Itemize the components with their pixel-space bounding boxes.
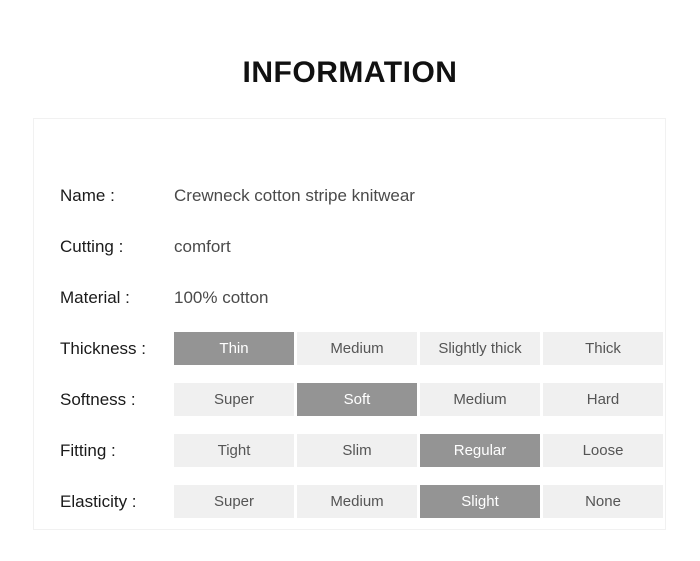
information-card: Name : Crewneck cotton stripe knitwear C… [33,118,666,530]
option-cell[interactable]: Slight [420,485,540,518]
option-cell[interactable]: Thin [174,332,294,365]
row-value: 100% cotton [174,287,269,307]
info-row-thickness: Thickness : Thin Medium Slightly thick T… [34,332,667,365]
option-cell[interactable]: Loose [543,434,663,467]
page-title: INFORMATION [242,56,458,89]
option-cell[interactable]: Super [174,383,294,416]
option-cell[interactable]: Thick [543,332,663,365]
option-cell[interactable]: Regular [420,434,540,467]
option-cell[interactable]: Medium [420,383,540,416]
information-page: INFORMATION Name : Crewneck cotton strip… [0,0,700,561]
option-group-thickness: Thin Medium Slightly thick Thick [174,332,663,365]
option-group-elasticity: Super Medium Slight None [174,485,663,518]
row-label: Softness : [60,389,136,409]
row-label: Name : [60,185,115,205]
option-cell[interactable]: Super [174,485,294,518]
row-label: Thickness : [60,338,146,358]
option-cell[interactable]: Slightly thick [420,332,540,365]
option-cell[interactable]: Medium [297,485,417,518]
option-cell[interactable]: Soft [297,383,417,416]
option-cell[interactable]: Hard [543,383,663,416]
row-label: Fitting : [60,440,116,460]
option-cell[interactable]: None [543,485,663,518]
option-cell[interactable]: Slim [297,434,417,467]
info-row-material: Material : 100% cotton [34,281,667,314]
option-group-fitting: Tight Slim Regular Loose [174,434,663,467]
row-label: Elasticity : [60,491,137,511]
row-label: Material : [60,287,130,307]
info-row-softness: Softness : Super Soft Medium Hard [34,383,667,416]
row-label: Cutting : [60,236,124,256]
info-row-elasticity: Elasticity : Super Medium Slight None [34,485,667,518]
option-group-softness: Super Soft Medium Hard [174,383,663,416]
info-row-cutting: Cutting : comfort [34,230,667,263]
option-cell[interactable]: Tight [174,434,294,467]
info-row-name: Name : Crewneck cotton stripe knitwear [34,179,667,212]
info-row-fitting: Fitting : Tight Slim Regular Loose [34,434,667,467]
row-value: Crewneck cotton stripe knitwear [174,185,415,205]
row-value: comfort [174,236,231,256]
option-cell[interactable]: Medium [297,332,417,365]
